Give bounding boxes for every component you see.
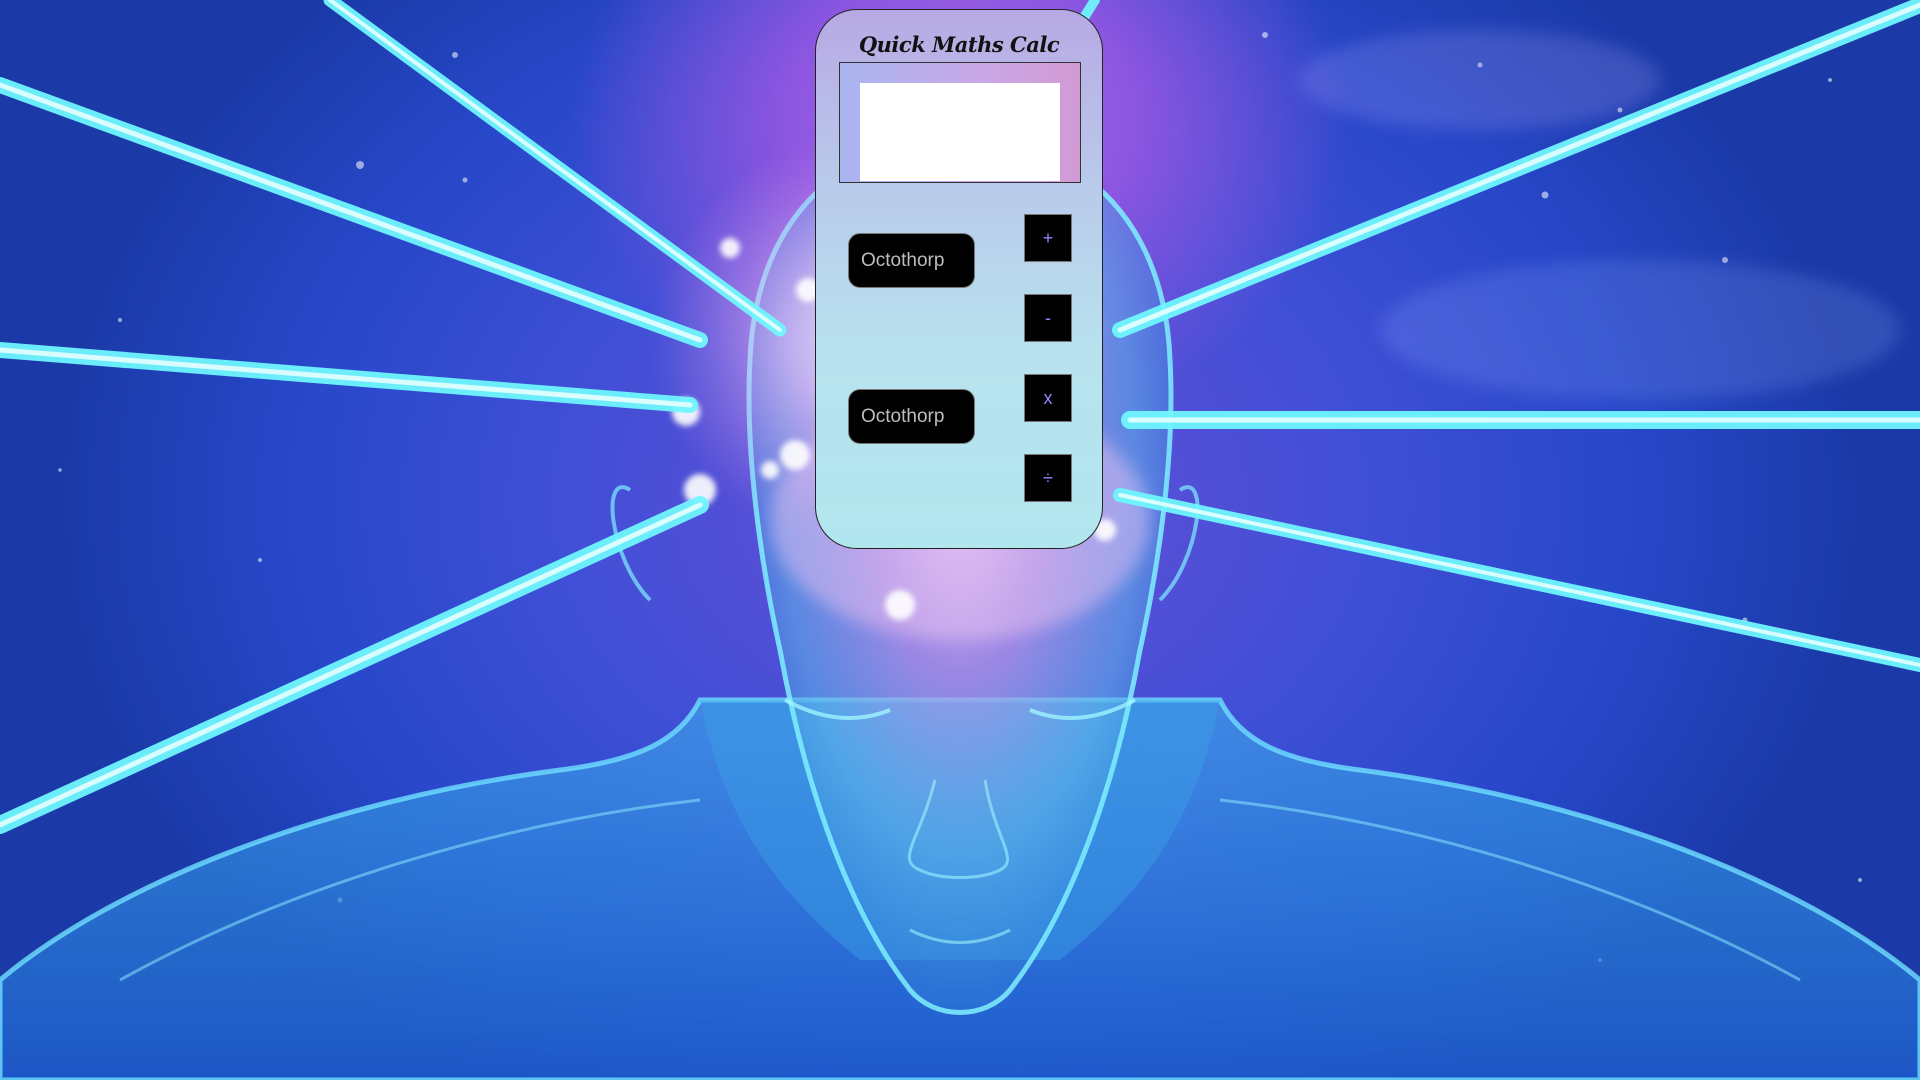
calculator-panel: Quick Maths Calc + - x ÷	[815, 9, 1103, 549]
calculator-title: Quick Maths Calc	[858, 32, 1060, 57]
first-number-input[interactable]	[848, 233, 975, 288]
second-number-input[interactable]	[848, 389, 975, 444]
result-display-frame	[839, 62, 1081, 183]
subtract-button[interactable]: -	[1024, 294, 1072, 342]
divide-button[interactable]: ÷	[1024, 454, 1072, 502]
add-button[interactable]: +	[1024, 214, 1072, 262]
multiply-button[interactable]: x	[1024, 374, 1072, 422]
result-display	[860, 83, 1060, 181]
